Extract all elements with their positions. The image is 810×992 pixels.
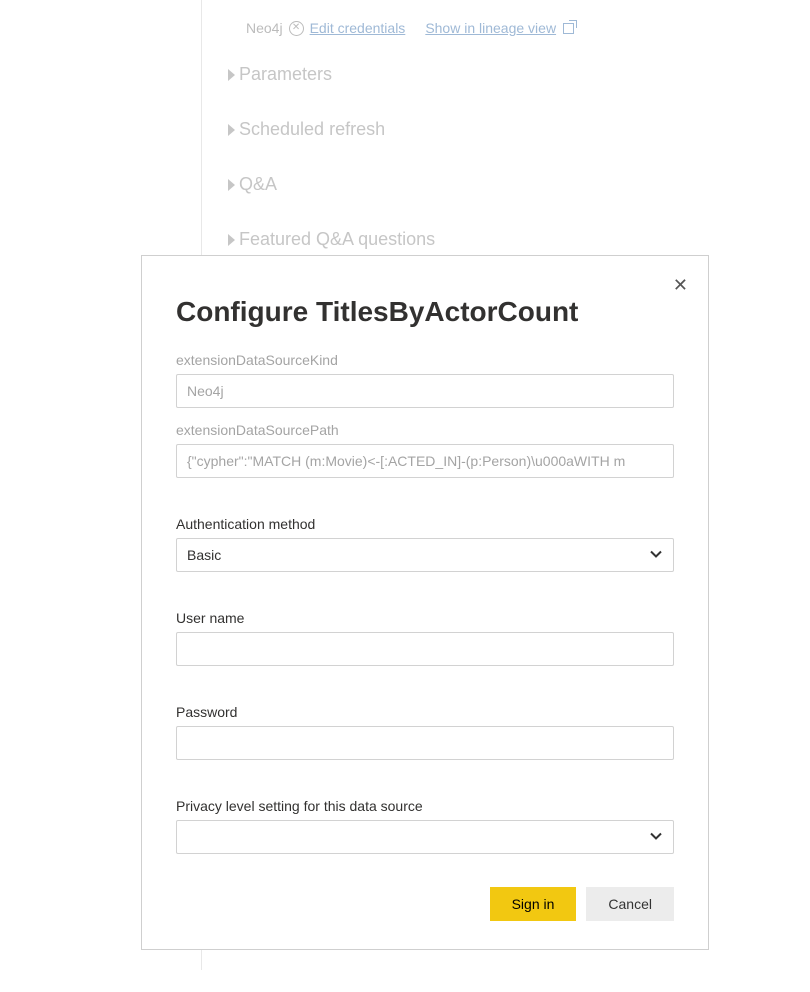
field-label-ext-kind: extensionDataSourceKind <box>176 352 674 368</box>
dialog-actions: Sign in Cancel <box>176 887 674 921</box>
datasource-row: Neo4j ✕ Edit credentials Show in lineage… <box>246 20 574 36</box>
section-qna[interactable]: Q&A <box>228 174 574 195</box>
section-label: Featured Q&A questions <box>239 229 435 250</box>
datasource-label: Neo4j <box>246 20 283 36</box>
field-auth-method: Authentication method Basic <box>176 516 674 572</box>
lineage-view-link[interactable]: Show in lineage view <box>425 20 574 36</box>
section-label: Parameters <box>239 64 332 85</box>
caret-right-icon <box>228 69 235 81</box>
field-ext-path: extensionDataSourcePath <box>176 422 674 478</box>
edit-credentials-link[interactable]: Edit credentials <box>310 20 406 36</box>
configure-dialog: ✕ Configure TitlesByActorCount extension… <box>141 255 709 950</box>
signin-button[interactable]: Sign in <box>490 887 577 921</box>
field-label-auth: Authentication method <box>176 516 674 532</box>
field-ext-kind: extensionDataSourceKind <box>176 352 674 408</box>
field-username: User name <box>176 610 674 666</box>
caret-right-icon <box>228 179 235 191</box>
section-parameters[interactable]: Parameters <box>228 64 574 85</box>
section-featured-qna[interactable]: Featured Q&A questions <box>228 229 574 250</box>
lineage-view-link-text: Show in lineage view <box>425 20 556 36</box>
dialog-title: Configure TitlesByActorCount <box>176 296 674 328</box>
username-input[interactable] <box>176 632 674 666</box>
field-privacy: Privacy level setting for this data sour… <box>176 798 674 854</box>
cancel-button[interactable]: Cancel <box>586 887 674 921</box>
field-password: Password <box>176 704 674 760</box>
field-label-privacy: Privacy level setting for this data sour… <box>176 798 674 814</box>
ext-path-input <box>176 444 674 478</box>
section-label: Q&A <box>239 174 277 195</box>
close-icon[interactable]: ✕ <box>673 276 688 294</box>
section-label: Scheduled refresh <box>239 119 385 140</box>
field-label-ext-path: extensionDataSourcePath <box>176 422 674 438</box>
section-scheduled-refresh[interactable]: Scheduled refresh <box>228 119 574 140</box>
clear-datasource-icon[interactable]: ✕ <box>289 21 304 36</box>
ext-kind-input <box>176 374 674 408</box>
caret-right-icon <box>228 124 235 136</box>
password-input[interactable] <box>176 726 674 760</box>
background-panel: Neo4j ✕ Edit credentials Show in lineage… <box>228 20 574 284</box>
privacy-level-select[interactable] <box>176 820 674 854</box>
caret-right-icon <box>228 234 235 246</box>
field-label-username: User name <box>176 610 674 626</box>
auth-method-select[interactable]: Basic <box>176 538 674 572</box>
external-link-icon <box>563 23 574 34</box>
field-label-password: Password <box>176 704 674 720</box>
